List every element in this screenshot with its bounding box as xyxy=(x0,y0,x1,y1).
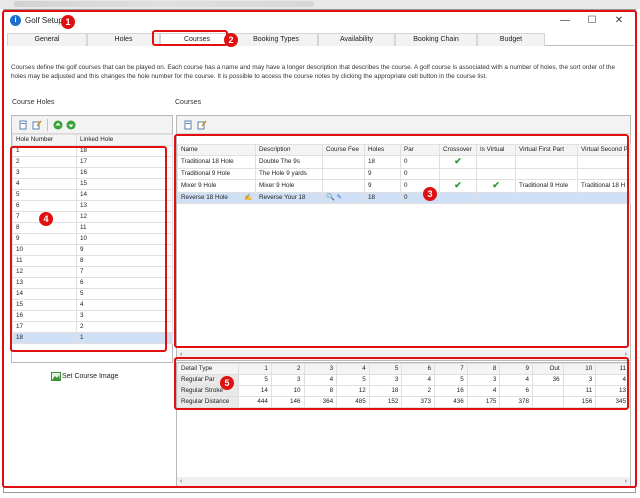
callout-box-courses-list xyxy=(174,134,629,348)
callout-badge-1: 1 xyxy=(61,15,75,29)
callout-badge-2: 2 xyxy=(224,33,238,47)
screen: i Golf Setup — ☐ ✕ General Holes Courses… xyxy=(0,0,640,498)
blurred-background-titlebar xyxy=(0,0,640,9)
callout-box-course-holes xyxy=(10,146,167,352)
callout-box-hole-details xyxy=(174,357,629,410)
callout-badge-5: 5 xyxy=(220,376,234,390)
callout-box-courses-tab xyxy=(152,30,228,46)
callout-badge-3: 3 xyxy=(423,187,437,201)
blurred-text xyxy=(14,1,314,7)
callout-badge-4: 4 xyxy=(39,212,53,226)
